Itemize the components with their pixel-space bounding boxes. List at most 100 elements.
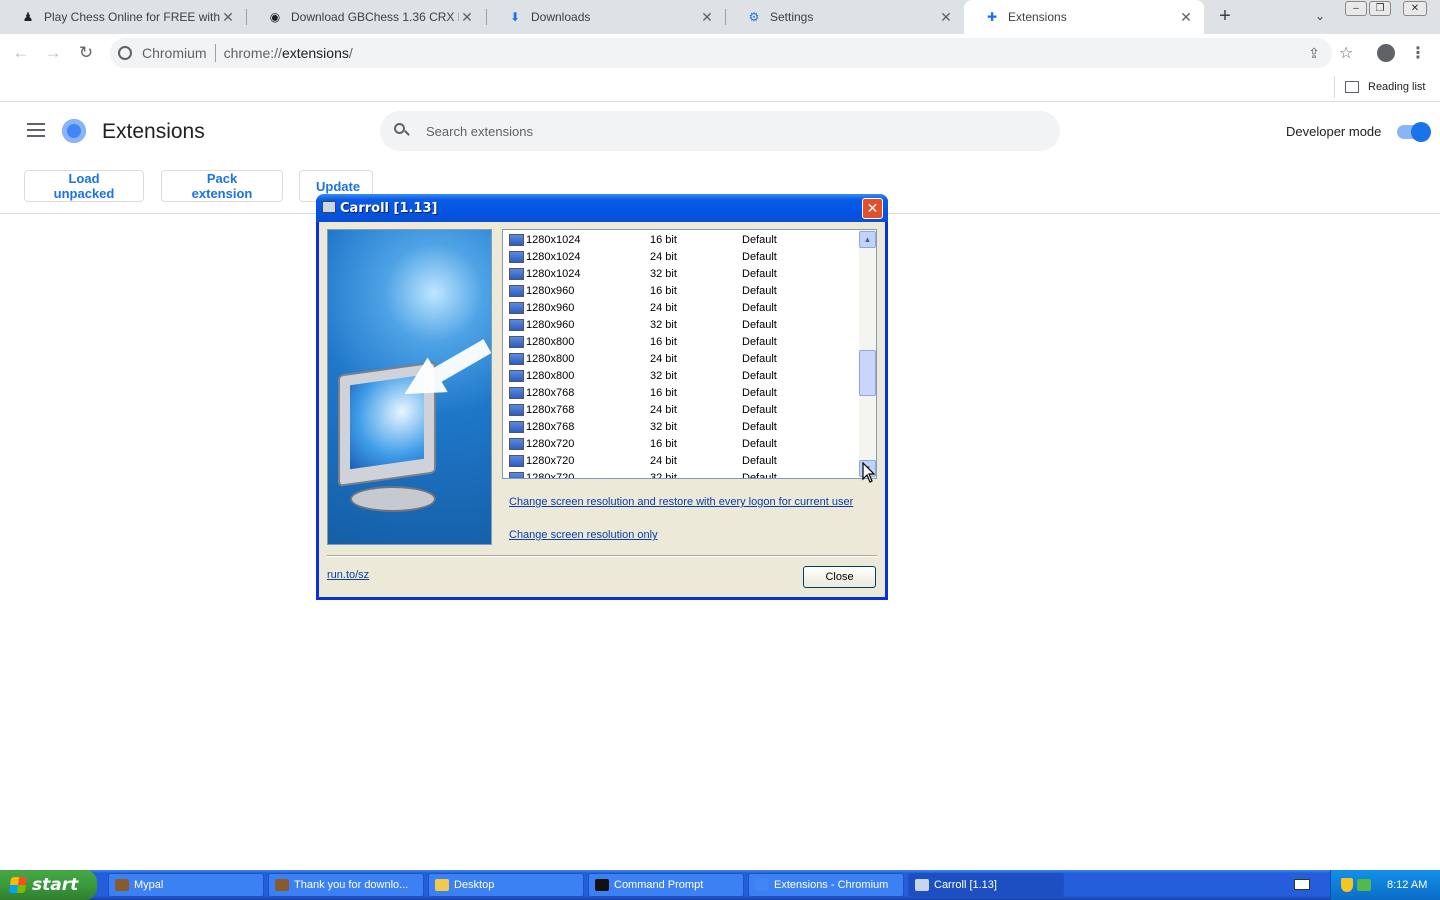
puzzle-icon: ✚ [986, 10, 998, 24]
close-icon[interactable]: ✕ [1178, 9, 1194, 25]
frequency-value: Default [742, 302, 777, 314]
start-button[interactable]: start [0, 870, 97, 900]
list-item[interactable]: 1280x960 24 bit Default [503, 300, 858, 317]
url-tail: / [348, 45, 353, 61]
close-icon[interactable]: ✕ [699, 9, 715, 25]
minimize-button[interactable]: – [1345, 1, 1367, 16]
forward-arrow-icon[interactable]: → [42, 42, 64, 64]
keyboard-icon[interactable] [1294, 879, 1310, 890]
list-item[interactable]: 1280x768 32 bit Default [503, 419, 858, 436]
tab-settings[interactable]: ⚙ Settings ✕ [726, 0, 964, 34]
developer-mode-toggle[interactable] [1397, 122, 1431, 142]
list-item[interactable]: 1280x1024 32 bit Default [503, 266, 858, 283]
search-bar[interactable] [380, 111, 1060, 151]
scroll-up-arrow-icon[interactable]: ▲ [859, 231, 876, 248]
list-item[interactable]: 1280x1024 24 bit Default [503, 249, 858, 266]
scrollbar-thumb[interactable] [859, 350, 876, 396]
color-depth-value: 16 bit [650, 285, 677, 297]
security-shield-icon[interactable] [1341, 878, 1353, 892]
list-item[interactable]: 1280x720 24 bit Default [503, 453, 858, 470]
list-item[interactable]: 1280x768 24 bit Default [503, 402, 858, 419]
taskbar-item-label: Thank you for downlo... [294, 879, 409, 891]
load-unpacked-button[interactable]: Load unpacked [24, 170, 144, 202]
monitor-icon [509, 353, 524, 365]
download-icon: ⬇ [509, 10, 521, 24]
star-bookmark-icon[interactable]: ☆ [1335, 42, 1357, 64]
change-only-link[interactable]: Change screen resolution only [509, 529, 658, 541]
monitor-icon [509, 336, 524, 348]
color-depth-value: 32 bit [650, 268, 677, 280]
resolution-value: 1280x800 [526, 370, 575, 382]
tab-downloads[interactable]: ⬇ Downloads ✕ [487, 0, 725, 34]
close-button[interactable]: Close [803, 566, 876, 588]
profile-avatar-icon[interactable] [1375, 42, 1397, 64]
taskbar-item[interactable]: Command Prompt [588, 873, 744, 897]
pawn-icon: ♟ [22, 10, 34, 24]
frequency-value: Default [742, 387, 777, 399]
frequency-value: Default [742, 319, 777, 331]
search-input[interactable] [426, 111, 1026, 151]
url-text[interactable]: chrome://extensions/ [224, 45, 353, 61]
new-tab-button[interactable]: + [1214, 6, 1236, 27]
back-arrow-icon[interactable]: ← [10, 42, 32, 64]
list-item[interactable]: 1280x720 32 bit Default [503, 470, 858, 478]
resolution-value: 1280x1024 [526, 268, 581, 280]
frequency-value: Default [742, 438, 777, 450]
list-item[interactable]: 1280x800 16 bit Default [503, 334, 858, 351]
start-label: start [32, 875, 79, 895]
url-scheme: chrome:// [223, 45, 282, 61]
reading-list-button[interactable]: Reading list [1334, 76, 1425, 98]
tab-play-chess[interactable]: ♟ Play Chess Online for FREE with Fri ✕ [0, 0, 246, 34]
list-item[interactable]: 1280x768 16 bit Default [503, 385, 858, 402]
list-item[interactable]: 1280x800 24 bit Default [503, 351, 858, 368]
monitor-icon [509, 370, 524, 382]
list-scrollbar[interactable]: ▲ ▼ [859, 230, 876, 478]
taskbar-item[interactable]: Extensions - Chromium [748, 873, 904, 897]
list-item[interactable]: 1280x800 32 bit Default [503, 368, 858, 385]
chromium-icon [755, 879, 769, 891]
taskbar-item[interactable]: Carroll [1.13] [908, 873, 1064, 897]
share-icon[interactable]: ⇪ [1303, 42, 1325, 64]
gear-icon: ⚙ [748, 10, 760, 24]
website-link[interactable]: run.to/sz [327, 569, 369, 581]
monitor-icon [509, 251, 524, 263]
change-and-restore-link[interactable]: Change screen resolution and restore wit… [509, 496, 853, 508]
frequency-value: Default [742, 234, 777, 246]
resolution-value: 1280x960 [526, 285, 575, 297]
site-info[interactable]: Chromium [118, 45, 207, 61]
taskbar-item[interactable]: Mypal [108, 873, 264, 897]
window-close-button[interactable]: ✕ [1403, 1, 1427, 16]
restore-button[interactable]: ❐ [1369, 1, 1391, 16]
clock: 8:12 AM [1387, 879, 1428, 891]
mypal-icon [275, 879, 289, 891]
taskbar-item[interactable]: Desktop [428, 873, 584, 897]
address-bar[interactable]: Chromium chrome://extensions/ [110, 38, 1332, 68]
tab-download-gbchess[interactable]: ◉ Download GBChess 1.36 CRX File fo ✕ [247, 0, 485, 34]
browser-toolbar: ← → ↻ Chromium chrome://extensions/ ⇪ ☆ … [0, 34, 1440, 72]
close-icon[interactable]: ✕ [459, 9, 475, 25]
network-icon[interactable] [1357, 879, 1371, 891]
address-divider [214, 44, 216, 62]
list-item[interactable]: 1280x1024 16 bit Default [503, 232, 858, 249]
monitor-illustration [327, 229, 492, 545]
resolution-value: 1280x768 [526, 387, 575, 399]
page-title: Extensions [102, 120, 205, 143]
reload-icon[interactable]: ↻ [75, 42, 97, 64]
list-item[interactable]: 1280x960 16 bit Default [503, 283, 858, 300]
tab-search-chevron-icon[interactable]: ⌄ [1311, 9, 1329, 25]
list-item[interactable]: 1280x720 16 bit Default [503, 436, 858, 453]
taskbar-item[interactable]: Thank you for downlo... [268, 873, 424, 897]
close-icon[interactable]: ✕ [938, 9, 954, 25]
tab-extensions[interactable]: ✚ Extensions ✕ [964, 0, 1204, 34]
resolution-value: 1280x768 [526, 404, 575, 416]
pack-extension-button[interactable]: Pack extension [161, 170, 283, 202]
monitor-icon [509, 438, 524, 450]
more-menu-icon[interactable]: ⋮ [1407, 42, 1429, 64]
monitor-icon [509, 268, 524, 280]
list-item[interactable]: 1280x960 32 bit Default [503, 317, 858, 334]
resolution-list[interactable]: 1280x1024 16 bit Default 1280x1024 24 bit Def… [502, 229, 877, 479]
menu-icon[interactable] [27, 123, 45, 137]
dialog-close-icon[interactable]: ✕ [862, 198, 883, 219]
close-icon[interactable]: ✕ [220, 9, 236, 25]
dialog-title-bar[interactable]: Carroll [1.13] ✕ [316, 194, 888, 222]
